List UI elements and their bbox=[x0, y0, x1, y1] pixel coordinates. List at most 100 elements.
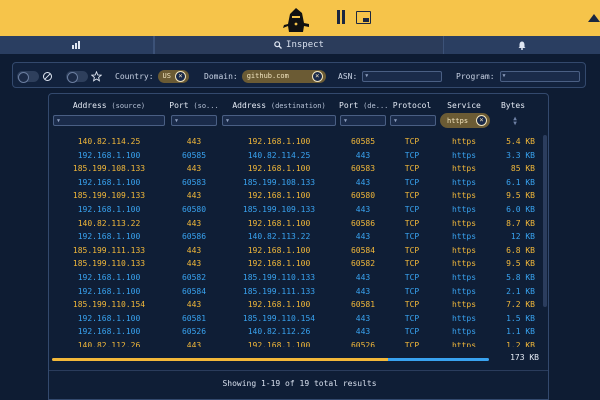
cell-protocol: TCP bbox=[404, 300, 420, 310]
cell-port-source: 443 bbox=[186, 300, 202, 310]
header-port-destination[interactable]: Port (de... bbox=[339, 101, 387, 110]
cell-protocol: TCP bbox=[404, 259, 420, 269]
table-row[interactable]: 192.168.1.100 60584 185.199.111.133 443 TCP h… bbox=[49, 285, 542, 299]
table-row[interactable]: 192.168.1.100 60526 140.82.112.26 443 TCP htt… bbox=[49, 325, 542, 339]
cell-address-source: 185.199.109.133 bbox=[72, 191, 146, 201]
domain-filter: Domain: github.com × bbox=[204, 63, 326, 89]
table-row[interactable]: 185.199.109.133 443 192.168.1.100 60580 TCP h… bbox=[49, 189, 542, 203]
table-row[interactable]: 185.199.110.133 443 192.168.1.100 60582 TCP h… bbox=[49, 257, 542, 271]
clear-country-icon[interactable]: × bbox=[174, 70, 186, 82]
cell-address-source: 192.168.1.100 bbox=[77, 177, 141, 187]
cell-port-destination: 443 bbox=[355, 286, 371, 296]
cell-service: https bbox=[451, 205, 477, 214]
table-row[interactable]: 140.82.114.25 443 192.168.1.100 60585 TCP htt… bbox=[49, 135, 542, 149]
table-row[interactable]: 185.199.111.133 443 192.168.1.100 60584 TCP h… bbox=[49, 244, 542, 258]
cell-port-destination: 443 bbox=[355, 177, 371, 187]
cell-port-destination: 443 bbox=[355, 150, 371, 160]
service-filter-value: https bbox=[447, 116, 469, 125]
cell-bytes: 1.5 KB bbox=[506, 313, 535, 323]
header-service[interactable]: Service bbox=[437, 101, 491, 110]
cell-address-source: 185.199.108.133 bbox=[72, 164, 146, 174]
filter-port-destination-input[interactable]: ▼ bbox=[340, 115, 386, 126]
table-row[interactable]: 140.82.113.22 443 192.168.1.100 60586 TCP htt… bbox=[49, 217, 542, 231]
cell-port-source: 443 bbox=[186, 259, 202, 269]
tab-notifications[interactable] bbox=[444, 36, 600, 54]
domain-pill[interactable]: github.com × bbox=[241, 69, 326, 83]
table-row[interactable]: 185.199.110.154 443 192.168.1.100 60581 TCP h… bbox=[49, 298, 542, 312]
cell-address-source: 192.168.1.100 bbox=[77, 205, 141, 214]
cell-port-destination: 60526 bbox=[350, 341, 376, 347]
cell-address-source: 192.168.1.100 bbox=[77, 150, 141, 160]
filter-address-destination-input[interactable]: ▼ bbox=[222, 115, 336, 126]
table-row[interactable]: 192.168.1.100 60586 140.82.113.22 443 TCP htt… bbox=[49, 230, 542, 244]
cell-protocol: TCP bbox=[404, 218, 420, 228]
tab-inspect[interactable]: Inspect bbox=[154, 36, 444, 54]
program-label: Program: bbox=[456, 71, 495, 81]
clear-domain-icon[interactable]: × bbox=[311, 70, 323, 82]
cell-address-destination: 140.82.114.25 bbox=[247, 150, 311, 160]
header-bytes[interactable]: Bytes bbox=[491, 101, 535, 110]
cell-port-destination: 443 bbox=[355, 313, 371, 323]
cell-address-source: 185.199.110.133 bbox=[72, 259, 146, 269]
cell-port-source: 443 bbox=[186, 218, 202, 228]
toggle-switch-blocked[interactable] bbox=[17, 70, 39, 83]
results-count: Showing 1-19 of 19 total results bbox=[222, 379, 377, 388]
cell-protocol: TCP bbox=[404, 150, 420, 160]
cell-bytes: 6.8 KB bbox=[506, 245, 535, 255]
table-row[interactable]: 192.168.1.100 60581 185.199.110.154 443 TCP h… bbox=[49, 312, 542, 326]
table-scrollbar[interactable] bbox=[543, 135, 547, 307]
table-row[interactable]: 140.82.112.26 443 192.168.1.100 60526 TCP htt… bbox=[49, 339, 542, 347]
total-bytes: 173 KB bbox=[510, 353, 539, 362]
cell-port-destination: 60580 bbox=[350, 191, 376, 201]
table-row[interactable]: 192.168.1.100 60585 140.82.114.25 443 TCP htt… bbox=[49, 149, 542, 163]
asn-filter: ASN: ▼ bbox=[338, 63, 443, 89]
table-row[interactable]: 192.168.1.100 60583 185.199.108.133 443 TCP h… bbox=[49, 176, 542, 190]
asn-input[interactable]: ▼ bbox=[362, 70, 443, 82]
header-address-source[interactable]: Address (source) bbox=[49, 101, 169, 110]
toggle-switch-favorites[interactable] bbox=[66, 70, 88, 83]
incoming-bytes-fill bbox=[52, 358, 388, 361]
table-row[interactable]: 185.199.108.133 443 192.168.1.100 60583 TCP h… bbox=[49, 162, 542, 176]
cell-port-source: 443 bbox=[186, 245, 202, 255]
cell-address-destination: 140.82.112.26 bbox=[247, 327, 311, 337]
filter-port-source-input[interactable]: ▼ bbox=[171, 115, 217, 126]
cell-service: https bbox=[451, 191, 477, 201]
table-row[interactable]: 192.168.1.100 60580 185.199.109.133 443 TCP h… bbox=[49, 203, 542, 217]
cell-protocol: TCP bbox=[404, 137, 420, 146]
cell-port-source: 443 bbox=[186, 341, 202, 347]
cell-port-destination: 60585 bbox=[350, 137, 376, 146]
cell-address-source: 192.168.1.100 bbox=[77, 232, 141, 242]
cell-port-source: 60586 bbox=[181, 232, 207, 242]
cell-port-source: 60583 bbox=[181, 177, 207, 187]
table-body: 140.82.114.25 443 192.168.1.100 60585 TCP htt… bbox=[49, 135, 542, 347]
cell-port-source: 443 bbox=[186, 137, 202, 146]
cell-protocol: TCP bbox=[404, 177, 420, 187]
toggle-group-2 bbox=[66, 63, 102, 89]
filter-icon: ▼ bbox=[344, 117, 348, 124]
cell-service: https bbox=[451, 259, 477, 269]
header-port-source[interactable]: Port (so... bbox=[169, 101, 219, 110]
cell-bytes: 1.1 KB bbox=[506, 327, 535, 337]
cell-protocol: TCP bbox=[404, 286, 420, 296]
service-filter-pill[interactable]: https × bbox=[440, 113, 490, 128]
app-icon bbox=[588, 14, 600, 22]
star-icon bbox=[91, 70, 102, 82]
pause-button[interactable] bbox=[335, 10, 347, 25]
cell-port-source: 60581 bbox=[181, 313, 207, 323]
picture-in-picture-button[interactable] bbox=[356, 11, 371, 24]
table-row[interactable]: 192.168.1.100 60582 185.199.110.133 443 TCP h… bbox=[49, 271, 542, 285]
filter-icon: ▼ bbox=[226, 117, 230, 124]
app-logo bbox=[283, 8, 309, 32]
header-protocol[interactable]: Protocol bbox=[387, 101, 437, 110]
filter-address-source-input[interactable]: ▼ bbox=[53, 115, 165, 126]
program-input[interactable]: ▼ bbox=[499, 70, 580, 82]
clear-service-filter-icon[interactable]: × bbox=[476, 115, 487, 126]
filter-protocol-input[interactable]: ▼ bbox=[390, 115, 436, 126]
sort-icon[interactable]: ▲ ▼ bbox=[511, 116, 519, 127]
domain-label: Domain: bbox=[204, 71, 238, 81]
cell-bytes: 1.2 KB bbox=[506, 341, 535, 347]
country-pill[interactable]: US × bbox=[157, 69, 189, 83]
cell-port-source: 60585 bbox=[181, 150, 207, 160]
header-address-destination[interactable]: Address (destination) bbox=[219, 101, 339, 110]
tab-overview[interactable] bbox=[0, 36, 154, 54]
